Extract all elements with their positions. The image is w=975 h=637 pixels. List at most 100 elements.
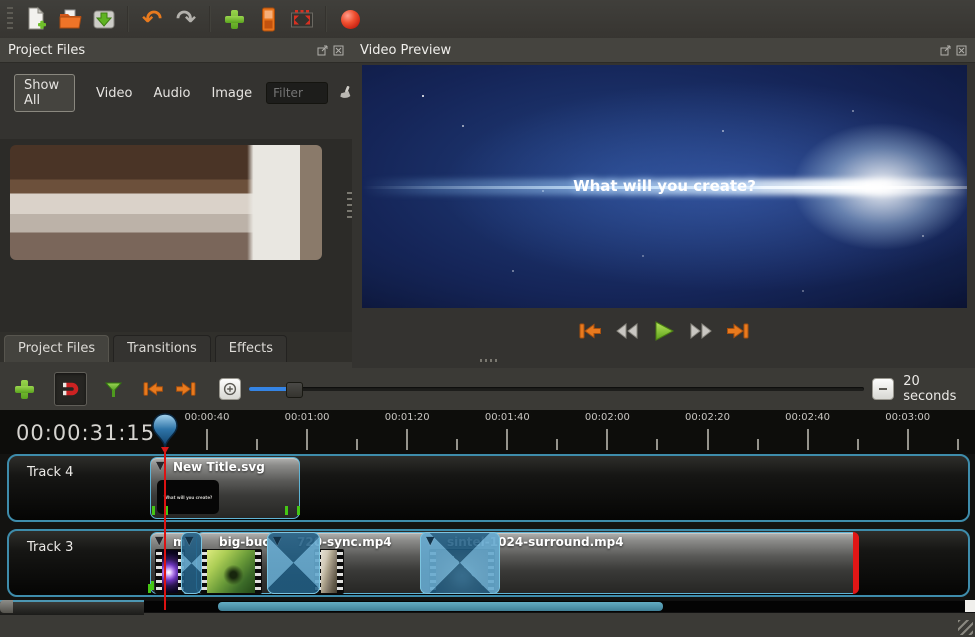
filmstrip-icon (261, 7, 276, 32)
ruler-tick-major (206, 429, 208, 450)
open-project-button[interactable] (55, 4, 85, 34)
toolbar-grip-handle[interactable] (7, 7, 13, 31)
track-4[interactable]: Track 4 ▼ New Title.svg What will you cr… (7, 454, 970, 522)
track-name: Track 4 (27, 465, 73, 480)
jump-to-start-icon (577, 321, 603, 341)
ruler-tick-major (907, 429, 909, 450)
magnet-icon (60, 378, 82, 400)
timeline-jump-start-button[interactable] (138, 374, 167, 404)
clip-menu-chevron-icon[interactable]: ▼ (155, 534, 163, 547)
main-toolbar: ↶ ↷ (0, 0, 975, 39)
import-files-button[interactable] (219, 4, 249, 34)
video-filter-button[interactable]: Video (96, 86, 132, 101)
ruler-label: 00:02:20 (685, 412, 730, 423)
ruler-tick-major (406, 429, 408, 450)
transition-1[interactable]: ▼ (181, 532, 202, 594)
ruler-label: 00:02:40 (785, 412, 830, 423)
ruler-tick-minor (656, 439, 658, 450)
razor-tool-button[interactable] (99, 374, 128, 404)
playback-controls (352, 319, 975, 343)
filter-input[interactable] (266, 82, 328, 104)
transition-chevron-icon[interactable]: ▼ (185, 534, 193, 547)
title-button[interactable] (253, 4, 283, 34)
float-panel-icon[interactable] (940, 45, 951, 56)
jump-to-end-icon (174, 380, 198, 398)
openshot-window: ↶ ↷ Project Files (0, 0, 975, 637)
transition-chevron-icon[interactable]: ▼ (426, 534, 434, 547)
undo-button[interactable]: ↶ (137, 4, 167, 34)
audio-filter-button[interactable]: Audio (153, 86, 190, 101)
clip-big-buck[interactable]: big-buck- (196, 532, 276, 594)
play-button[interactable] (650, 319, 678, 343)
window-resize-grip[interactable] (958, 620, 973, 635)
toolbar-separator (325, 6, 327, 32)
fast-forward-button[interactable] (687, 319, 715, 343)
show-all-button[interactable]: Show All (14, 74, 75, 112)
playhead-marker[interactable] (152, 413, 178, 459)
video-overlay-text: What will you create? (362, 177, 967, 195)
image-filter-button[interactable]: Image (211, 86, 252, 101)
save-project-button[interactable] (89, 4, 119, 34)
redo-icon: ↷ (176, 9, 196, 29)
new-project-button[interactable] (21, 4, 51, 34)
close-panel-icon[interactable] (333, 45, 344, 56)
transition-chevron-icon[interactable]: ▼ (273, 534, 281, 547)
ruler-tick-major (306, 429, 308, 450)
timeline-scrollbar-row (0, 600, 975, 613)
snap-toggle-button[interactable] (54, 372, 87, 406)
zoom-in-icon (223, 382, 237, 396)
timeline-zoom-slider[interactable] (249, 382, 864, 396)
redo-button[interactable]: ↷ (171, 4, 201, 34)
file-item-photo[interactable]: 100_0684.... (218, 176, 322, 260)
ruler-label: 00:00:40 (185, 412, 230, 423)
plus-icon (225, 10, 244, 29)
zoom-scale-label: 20 seconds (903, 374, 975, 404)
clear-filter-broom-icon[interactable] (337, 83, 352, 103)
timeline-jump-end-button[interactable] (172, 374, 201, 404)
video-preview-titlebar: Video Preview (352, 38, 975, 63)
playhead-line (164, 448, 166, 610)
jump-to-end-button[interactable] (724, 319, 752, 343)
horizontal-splitter-handle[interactable] (480, 359, 500, 362)
tab-project-files[interactable]: Project Files (4, 335, 109, 362)
ruler-tick-minor (957, 439, 959, 450)
timeline-ruler[interactable]: 00:00:31:15 00:00:4000:01:0000:01:2000:0… (0, 410, 975, 454)
float-panel-icon[interactable] (317, 45, 328, 56)
jump-to-start-button[interactable] (576, 319, 604, 343)
panel-splitter-handle[interactable] (347, 192, 352, 218)
project-files-titlebar: Project Files (0, 38, 352, 63)
plus-icon (15, 380, 34, 399)
close-panel-icon[interactable] (956, 45, 967, 56)
clip-new-title[interactable]: ▼ New Title.svg What will you create? (150, 457, 300, 519)
tab-effects[interactable]: Effects (215, 335, 287, 362)
slider-handle[interactable] (286, 382, 303, 398)
rewind-button[interactable] (613, 319, 641, 343)
project-files-panel: Project Files Show All Video Audio Image (0, 38, 352, 362)
scrollbar-left-cap (0, 600, 13, 613)
slider-groove[interactable] (249, 387, 864, 391)
tab-transitions[interactable]: Transitions (113, 335, 211, 362)
record-button[interactable] (335, 4, 365, 34)
zoom-in-button[interactable] (219, 378, 241, 400)
ruler-tick-major (606, 429, 608, 450)
scrollbar-thumb[interactable] (218, 602, 663, 611)
new-file-icon (25, 6, 47, 32)
track-3[interactable]: Track 3 ▼ m big-buck- 720-sync.mp4 sinte… (7, 529, 970, 597)
toolbar-separator (209, 6, 211, 32)
track-name: Track 3 (27, 540, 73, 555)
ruler-tick-minor (356, 439, 358, 450)
keyframe-marker (297, 506, 300, 515)
image-thumbnail (223, 178, 317, 240)
ruler-label: 00:01:00 (285, 412, 330, 423)
ruler-label: 00:01:20 (385, 412, 430, 423)
add-track-button[interactable] (10, 374, 39, 404)
filter-row: Show All Video Audio Image (0, 63, 352, 118)
export-video-button[interactable] (287, 4, 317, 34)
zoom-out-button[interactable] (872, 378, 894, 400)
open-folder-icon (58, 8, 83, 30)
record-icon (341, 10, 360, 29)
keyframe-marker (151, 581, 154, 590)
transition-2[interactable]: ▼ (267, 532, 320, 594)
transition-3[interactable]: ▼ (420, 532, 500, 594)
clip-trim-end-marker[interactable] (853, 532, 859, 594)
